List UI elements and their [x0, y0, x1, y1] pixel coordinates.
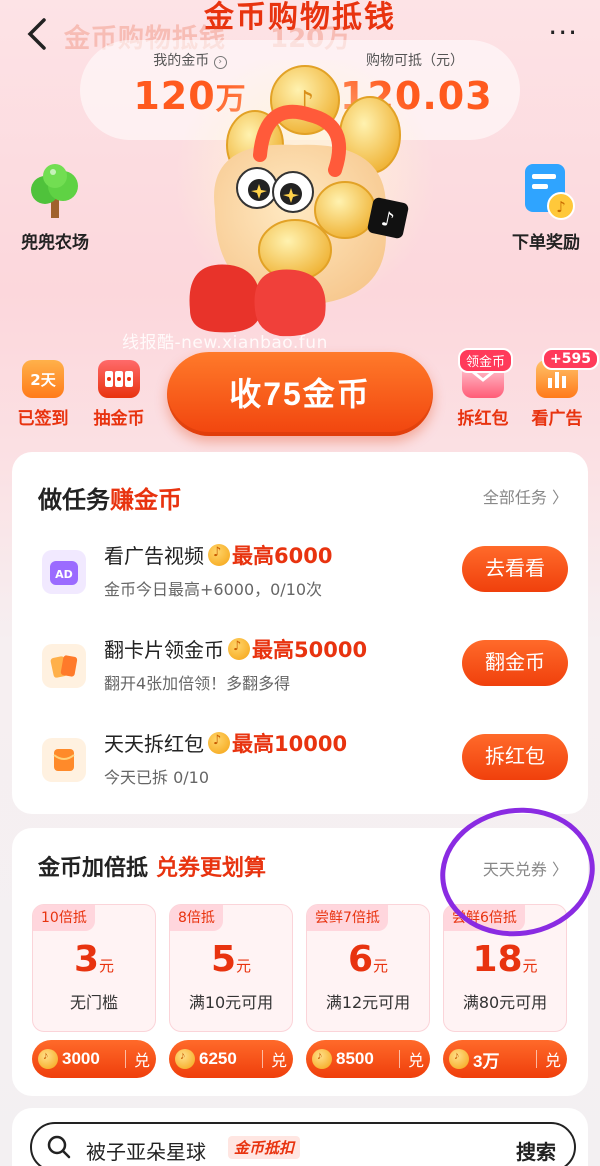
coin-icon [449, 1049, 469, 1069]
coin-icon [38, 1049, 58, 1069]
coupon-condition: 满12元可用 [325, 993, 411, 1012]
tasks-card: 做任务赚金币 全部任务 〉 AD 看广告视频 最高6000 金币今日最高+6000… [12, 452, 588, 814]
coupon-condition: 满10元可用 [188, 993, 274, 1012]
collect-coins-button[interactable]: 收75金币 [167, 352, 433, 436]
watch-ad-button[interactable]: 去看看 [462, 546, 568, 592]
checkin-label: 已签到 [17, 409, 69, 429]
svg-text:AD: AD [55, 568, 73, 581]
farm-shortcut[interactable]: 兜兜农场 [14, 162, 96, 253]
search-icon [47, 1135, 71, 1159]
open-redpack-button[interactable]: 拆红包 [462, 734, 568, 780]
coupons-title: 金币加倍抵 兑券更划算 [38, 856, 267, 881]
draw-coins-shortcut[interactable]: 抽金币 [84, 360, 154, 429]
checkin-shortcut[interactable]: 2天 已签到 [8, 360, 78, 429]
coupon-tag: 8倍抵 [170, 905, 223, 931]
calendar-icon: 2天 [22, 360, 64, 398]
task-subtitle: 今天已拆 0/10 [104, 768, 210, 787]
farm-label: 兜兜农场 [21, 233, 89, 253]
svg-text:♪: ♪ [556, 198, 566, 216]
task-subtitle: 翻开4张加倍领！多翻多得 [104, 674, 291, 693]
redeem-button[interactable]: 3000兑 [32, 1040, 156, 1078]
search-query: 被子亚朵星球 [86, 1140, 206, 1164]
back-button[interactable] [24, 14, 56, 54]
coupon-condition: 无门槛 [69, 993, 118, 1012]
task-title: 翻卡片领金币 [104, 638, 224, 662]
open-redpack-shortcut[interactable]: 领金币 拆红包 [448, 348, 518, 429]
coin-deduct-badge: 金币抵扣 [228, 1136, 301, 1159]
more-options-button[interactable]: ··· [548, 18, 578, 48]
flip-coins-button[interactable]: 翻金币 [462, 640, 568, 686]
redeem-button[interactable]: 3万兑 [443, 1040, 567, 1078]
task-row: 天天拆红包 最高10000 今天已拆 0/10 拆红包 [12, 726, 588, 806]
coupon-amount: 3 [73, 939, 100, 980]
task-row: AD 看广告视频 最高6000 金币今日最高+6000，0/10次 去看看 [12, 538, 588, 618]
coin-icon [312, 1049, 332, 1069]
task-subtitle: 金币今日最高+6000，0/10次 [104, 580, 323, 599]
redpack-label: 拆红包 [457, 409, 509, 429]
red-envelope-icon [42, 738, 86, 782]
task-title: 天天拆红包 [104, 732, 204, 756]
task-reward: 最高10000 [232, 732, 348, 756]
task-row: 翻卡片领金币 最高50000 翻开4张加倍领！多翻多得 翻金币 [12, 632, 588, 712]
search-input[interactable]: 被子亚朵星球 金币抵扣 搜索 [30, 1122, 576, 1166]
coupon-tag: 尝鲜7倍抵 [307, 905, 388, 931]
chevron-left-icon [27, 18, 46, 50]
coupon-tag: 10倍抵 [33, 905, 95, 931]
coin-icon [175, 1049, 195, 1069]
coin-icon [208, 732, 230, 754]
search-section: 被子亚朵星球 金币抵扣 搜索 [12, 1108, 588, 1166]
coin-icon [228, 638, 250, 660]
tree-icon [31, 164, 78, 218]
coin-bag-mascot-illustration[interactable]: ♪ ♪ [145, 60, 455, 350]
cards-icon [42, 644, 86, 688]
search-button[interactable]: 搜索 [516, 1136, 556, 1165]
watermark-text: 线报酷-new.xianbao.fun [122, 333, 328, 353]
ad-icon: AD [42, 550, 86, 594]
watch-ad-label: 看广告 [531, 409, 583, 429]
coupon-amount: 6 [347, 939, 374, 980]
coupon-condition: 满80元可用 [462, 993, 548, 1012]
task-reward: 最高6000 [232, 544, 333, 568]
all-tasks-link[interactable]: 全部任务 〉 [483, 484, 568, 508]
document-coin-icon: ♪ [525, 164, 575, 220]
coupon-card-item[interactable]: 10倍抵 3元 无门槛 [32, 904, 156, 1032]
task-reward: 最高50000 [252, 638, 368, 662]
watch-ad-tag: +595 [542, 348, 599, 370]
draw-coins-label: 抽金币 [93, 409, 145, 429]
slot-machine-icon [98, 360, 140, 398]
redeem-button[interactable]: 6250兑 [169, 1040, 293, 1078]
task-title: 看广告视频 [104, 544, 204, 568]
coupon-card-item[interactable]: 尝鲜7倍抵 6元 满12元可用 [306, 904, 430, 1032]
coin-icon [208, 544, 230, 566]
redpack-tag: 领金币 [458, 348, 514, 373]
order-reward-label: 下单奖励 [512, 233, 580, 253]
coupon-card-item[interactable]: 8倍抵 5元 满10元可用 [169, 904, 293, 1032]
coupon-amount: 18 [472, 939, 523, 980]
redeem-button[interactable]: 8500兑 [306, 1040, 430, 1078]
watch-ad-shortcut[interactable]: +595 看广告 [522, 348, 599, 429]
order-reward-shortcut[interactable]: ♪ 下单奖励 [505, 162, 587, 253]
tasks-title: 做任务赚金币 [38, 486, 182, 514]
coupon-amount: 5 [210, 939, 237, 980]
